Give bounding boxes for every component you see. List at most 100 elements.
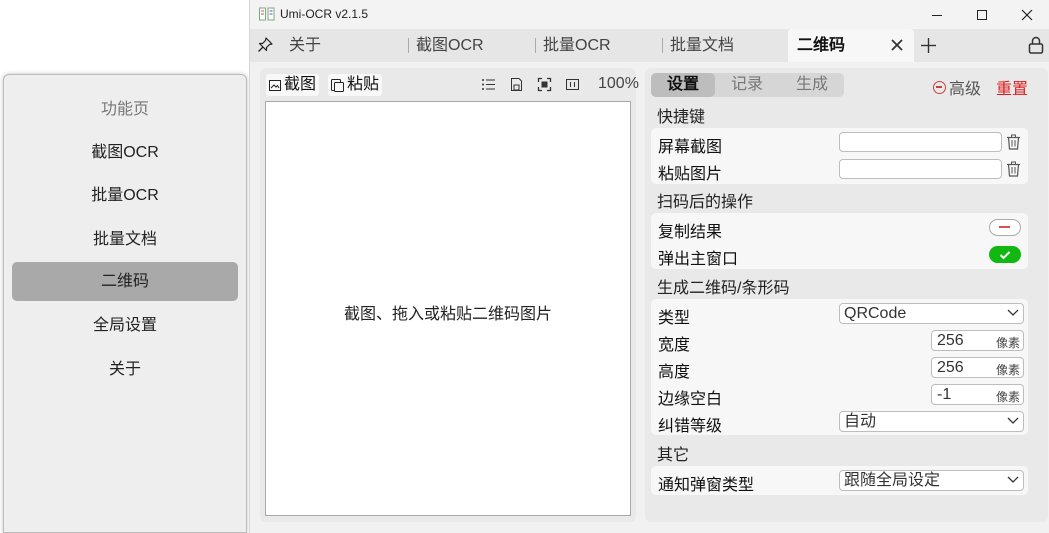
menu-item-batch-ocr[interactable]: 批量OCR — [12, 176, 238, 215]
title-bar: Umi-OCR v2.1.5 — [250, 0, 1049, 29]
height-input[interactable]: 256 像素 — [931, 357, 1024, 378]
trash-icon[interactable] — [1006, 161, 1021, 177]
after-scan-group: 复制结果 弹出主窗口 — [651, 213, 1028, 269]
section-after-scan-title: 扫码后的操作 — [657, 194, 754, 211]
close-window-button[interactable] — [1004, 0, 1049, 29]
menu-item-screenshot-ocr[interactable]: 截图OCR — [12, 133, 238, 172]
notify-label: 通知弹窗类型 — [658, 477, 755, 494]
margin-unit: 像素 — [995, 390, 1020, 404]
hotkey-paste-label: 粘贴图片 — [658, 166, 723, 183]
tab-about[interactable]: 关于 — [289, 29, 321, 62]
paste-icon — [331, 79, 344, 92]
menu-item-qrcode[interactable]: 二维码 — [12, 262, 238, 301]
advanced-off-icon — [933, 80, 946, 94]
margin-label: 边缘空白 — [658, 391, 723, 408]
width-row: 宽度 256 像素 — [651, 327, 1028, 354]
tab-bar: 关于 截图OCR 批量OCR 批量文档 二维码 — [250, 29, 1049, 62]
ec-select[interactable]: 自动 — [839, 411, 1024, 432]
image-drop-area[interactable]: 截图、拖入或粘贴二维码图片 — [265, 101, 631, 516]
paste-label: 粘贴 — [347, 76, 380, 93]
popup-main-toggle[interactable] — [989, 246, 1021, 263]
section-generate-title: 生成二维码/条形码 — [657, 280, 790, 297]
copy-result-row: 复制结果 — [651, 214, 1028, 241]
close-tab-icon[interactable] — [890, 38, 904, 52]
type-select[interactable]: QRCode — [839, 303, 1024, 324]
width-input[interactable]: 256 像素 — [931, 330, 1024, 351]
advanced-label: 高级 — [949, 81, 982, 98]
tab-batch-ocr-label: 批量OCR — [543, 37, 611, 54]
hotkey-screenshot-input[interactable] — [839, 132, 1002, 152]
app-icon — [259, 7, 275, 21]
settings-panel: 设置 记录 生成 高级 重置 快捷键 屏幕截图 粘贴图片 扫码后的操作 复制结果… — [645, 68, 1048, 522]
popup-main-label: 弹出主窗口 — [658, 251, 739, 268]
lock-icon[interactable] — [1028, 36, 1044, 54]
list-icon[interactable] — [481, 77, 496, 92]
add-tab-icon[interactable] — [920, 37, 937, 54]
tab-separator — [662, 38, 663, 53]
paste-button[interactable]: 粘贴 — [328, 74, 383, 96]
margin-row: 边缘空白 -1 像素 — [651, 381, 1028, 408]
margin-input[interactable]: -1 像素 — [931, 384, 1024, 405]
advanced-toggle[interactable]: 高级 — [933, 75, 981, 99]
copy-result-toggle[interactable] — [989, 219, 1021, 236]
maximize-icon — [977, 9, 987, 20]
side-menu-title: 功能页 — [100, 101, 149, 118]
notify-select[interactable]: 跟随全局设定 — [839, 470, 1024, 491]
hotkey-screenshot-label: 屏幕截图 — [658, 139, 723, 156]
copy-result-label: 复制结果 — [658, 224, 723, 241]
ec-value: 自动 — [844, 413, 877, 430]
tab-screenshot-ocr[interactable]: 截图OCR — [408, 29, 484, 62]
tab-batch-doc[interactable]: 批量文档 — [662, 29, 734, 62]
height-value: 256 — [937, 359, 964, 376]
tab-screenshot-ocr-label: 截图OCR — [416, 37, 484, 54]
height-row: 高度 256 像素 — [651, 354, 1028, 381]
menu-item-global-settings[interactable]: 全局设置 — [12, 306, 238, 345]
type-value: QRCode — [844, 305, 907, 322]
tab-separator — [408, 38, 409, 53]
maximize-button[interactable] — [959, 0, 1005, 29]
chevron-down-icon — [1007, 417, 1019, 424]
notify-value: 跟随全局设定 — [844, 472, 941, 489]
hotkey-paste-input[interactable] — [839, 159, 1002, 179]
panel-tabs: 设置 记录 生成 — [651, 73, 844, 97]
trash-icon[interactable] — [1006, 134, 1021, 150]
tab-records[interactable]: 记录 — [715, 73, 779, 97]
menu-item-batch-doc[interactable]: 批量文档 — [12, 220, 238, 259]
popup-main-row: 弹出主窗口 — [651, 241, 1028, 268]
height-label: 高度 — [658, 364, 691, 381]
section-hotkeys-title: 快捷键 — [657, 109, 706, 126]
drop-hint: 截图、拖入或粘贴二维码图片 — [343, 306, 552, 323]
minimize-button[interactable] — [914, 0, 960, 29]
chevron-down-icon — [1007, 309, 1019, 316]
section-other-title: 其它 — [657, 447, 690, 464]
notify-row: 通知弹窗类型 跟随全局设定 — [651, 467, 1028, 494]
tab-generate[interactable]: 生成 — [780, 73, 844, 97]
tab-batch-ocr[interactable]: 批量OCR — [535, 29, 611, 62]
minimize-icon — [932, 14, 942, 16]
menu-item-about[interactable]: 关于 — [12, 350, 238, 389]
type-row: 类型 QRCode — [651, 300, 1028, 327]
checkmark-icon — [999, 250, 1011, 259]
save-icon[interactable] — [509, 77, 524, 92]
pin-icon[interactable] — [257, 37, 273, 53]
actual-size-icon[interactable] — [565, 77, 580, 92]
zoom-level: 100% — [598, 75, 639, 92]
hotkeys-group: 屏幕截图 粘贴图片 — [651, 128, 1028, 184]
ec-label: 纠错等级 — [658, 418, 723, 435]
chevron-down-icon — [1007, 476, 1019, 483]
tab-about-label: 关于 — [289, 37, 322, 54]
image-panel: 截图 粘贴 100% 截图、拖入或粘贴二维码图片 — [260, 68, 639, 522]
fit-screen-icon[interactable] — [537, 77, 552, 92]
screenshot-button[interactable]: 截图 — [266, 74, 320, 96]
main-window: Umi-OCR v2.1.5 关于 截图OCR 批量OCR 批量文档 二维码 截… — [249, 0, 1049, 533]
side-menu: 功能页 截图OCR 批量OCR 批量文档 二维码 全局设置 关于 — [3, 74, 247, 533]
width-unit: 像素 — [995, 336, 1020, 350]
tab-settings[interactable]: 设置 — [651, 73, 715, 97]
image-icon — [269, 79, 281, 91]
tab-qrcode-label: 二维码 — [797, 37, 846, 54]
tab-qrcode[interactable]: 二维码 — [788, 29, 914, 62]
width-value: 256 — [937, 332, 964, 349]
tab-separator — [535, 38, 536, 53]
reset-button[interactable]: 重置 — [996, 75, 1028, 99]
hotkey-row-paste: 粘贴图片 — [651, 156, 1028, 183]
